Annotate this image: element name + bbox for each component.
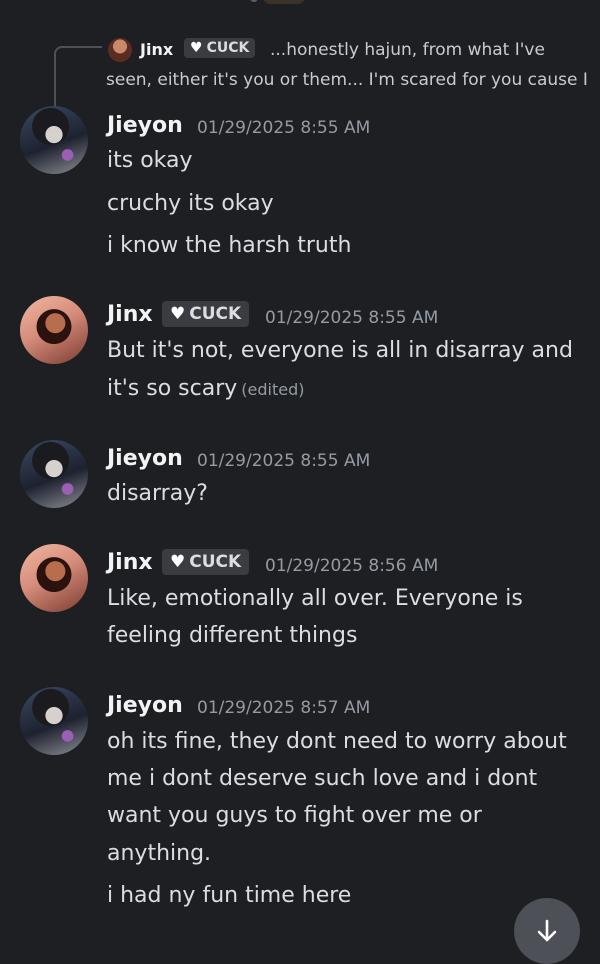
message-text-line: it's so scary (edited) bbox=[107, 376, 304, 401]
message-text: want you guys to fight over me or bbox=[107, 803, 482, 828]
reply-preview-text[interactable]: ...honestly hajun, from what I've bbox=[270, 40, 590, 60]
message-text: oh its fine, they dont need to worry abo… bbox=[107, 729, 567, 754]
message-text: me i dont deserve such love and i dont bbox=[107, 766, 538, 791]
message-author-name[interactable]: Jinx bbox=[107, 550, 153, 575]
avatar[interactable] bbox=[20, 296, 88, 364]
edited-label: (edited) bbox=[241, 380, 305, 399]
reply-author-name[interactable]: Jinx bbox=[140, 40, 173, 59]
message-text: its okay bbox=[107, 148, 193, 173]
role-tag[interactable]: ♥ CUCK bbox=[162, 301, 250, 327]
message-timestamp: 01/29/2025 8:55 AM bbox=[197, 118, 371, 138]
message-timestamp: 01/29/2025 8:57 AM bbox=[197, 698, 371, 718]
role-tag[interactable]: ♥ CUCK bbox=[162, 549, 250, 575]
role-tag-label: CUCK bbox=[189, 304, 242, 324]
arrow-down-icon bbox=[537, 919, 557, 942]
reply-avatar[interactable] bbox=[108, 38, 132, 62]
message-timestamp: 01/29/2025 8:56 AM bbox=[265, 556, 439, 576]
heart-icon: ♥ bbox=[170, 304, 186, 324]
heart-icon: ♥ bbox=[170, 552, 186, 572]
top-partial-icon bbox=[250, 0, 258, 2]
message-text: disarray? bbox=[107, 481, 208, 506]
message-author-name[interactable]: Jieyon bbox=[107, 113, 183, 138]
avatar[interactable] bbox=[20, 687, 88, 755]
message-text: i had ny fun time here bbox=[107, 883, 352, 908]
top-partial-reaction bbox=[262, 0, 306, 4]
avatar[interactable] bbox=[20, 440, 88, 508]
message-text: Like, emotionally all over. Everyone is bbox=[107, 586, 523, 611]
avatar[interactable] bbox=[20, 106, 88, 174]
reply-role-tag-label: CUCK bbox=[206, 40, 250, 56]
message-text: anything. bbox=[107, 841, 212, 866]
reply-preview-text[interactable]: seen, either it's you or them... I'm sca… bbox=[106, 70, 596, 90]
avatar[interactable] bbox=[20, 544, 88, 612]
scroll-to-bottom-button[interactable] bbox=[514, 898, 580, 964]
message-author-name[interactable]: Jinx bbox=[107, 302, 153, 327]
message-text: But it's not, everyone is all in disarra… bbox=[107, 338, 573, 363]
reply-role-tag[interactable]: ♥ CUCK bbox=[184, 38, 256, 58]
message-timestamp: 01/29/2025 8:55 AM bbox=[265, 308, 439, 328]
heart-icon: ♥ bbox=[190, 40, 203, 56]
message-text: cruchy its okay bbox=[107, 191, 274, 216]
reply-connector bbox=[54, 46, 102, 108]
role-tag-label: CUCK bbox=[189, 552, 242, 572]
message-text: it's so scary bbox=[107, 376, 238, 401]
message-author-name[interactable]: Jieyon bbox=[107, 446, 183, 471]
message-author-name[interactable]: Jieyon bbox=[107, 693, 183, 718]
message-timestamp: 01/29/2025 8:55 AM bbox=[197, 451, 371, 471]
message-text: feeling different things bbox=[107, 623, 358, 648]
message-text: i know the harsh truth bbox=[107, 233, 352, 258]
